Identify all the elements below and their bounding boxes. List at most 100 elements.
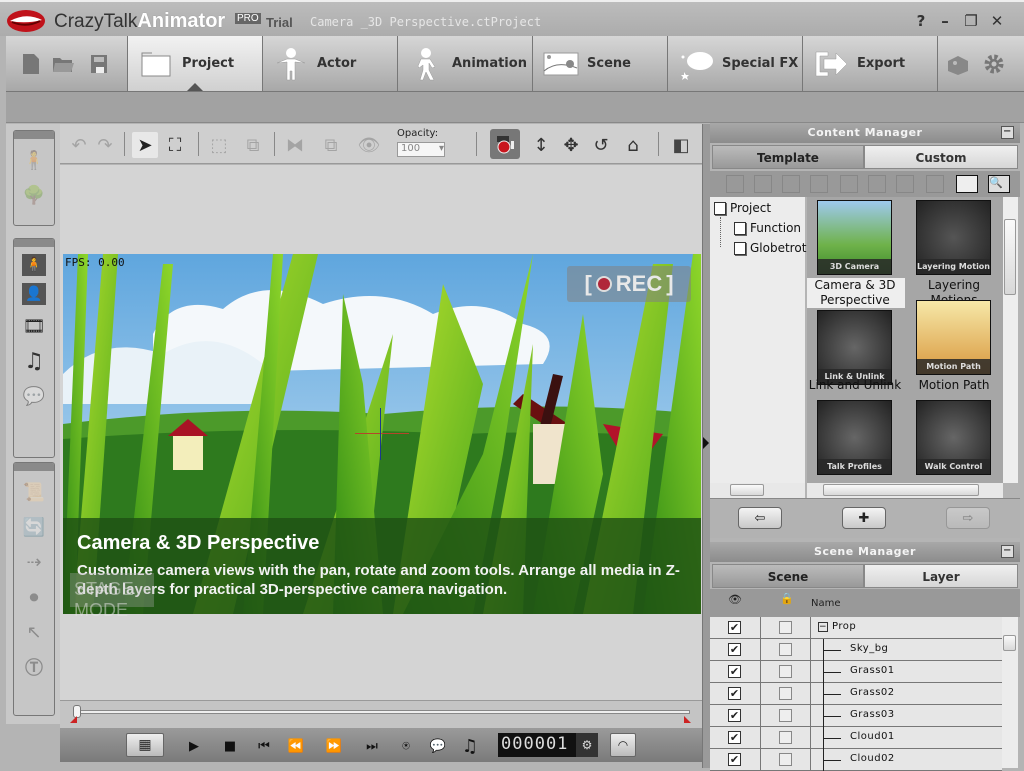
tree-node-function[interactable]: Function — [734, 221, 801, 235]
scene-row[interactable]: ✔ Cloud01 — [710, 727, 1002, 749]
actor-figure-icon[interactable]: 🧍 — [20, 146, 48, 174]
copy-icon[interactable] — [782, 175, 800, 193]
scroll-thumb[interactable] — [823, 484, 979, 496]
motion-select-icon[interactable]: ⇢ — [20, 548, 48, 576]
help-button[interactable]: ? — [910, 12, 932, 30]
scene-row[interactable]: ✔ Grass02 — [710, 683, 1002, 705]
scroll-thumb[interactable] — [730, 484, 764, 496]
tree-node-project[interactable]: Project — [714, 201, 771, 215]
lock-checkbox[interactable] — [779, 687, 792, 700]
visibility-checkbox[interactable]: ✔ — [728, 621, 741, 634]
collapse-arrow-icon[interactable] — [703, 437, 709, 449]
scroll-thumb[interactable] — [1004, 219, 1016, 295]
apply-to-stage-button[interactable]: ⇦ — [738, 507, 782, 529]
script-document-icon[interactable]: 📜 — [20, 478, 48, 506]
cut-icon[interactable] — [754, 175, 772, 193]
scene-row[interactable]: ✔ Sky_bg — [710, 639, 1002, 661]
template-item-layering[interactable]: Layering Motion — [916, 200, 991, 275]
export-item-button[interactable]: ⇨ — [946, 507, 990, 529]
scene-vertical-scrollbar[interactable] — [1002, 617, 1018, 768]
tab-custom[interactable]: Custom — [864, 145, 1018, 169]
visibility-checkbox[interactable]: ✔ — [728, 687, 741, 700]
flip-icon[interactable]: ⧓ — [282, 132, 308, 158]
template-item-talk-profiles[interactable]: Talk Profiles — [817, 400, 892, 475]
motion-record-icon[interactable]: ⏺ — [20, 583, 48, 611]
lock-checkbox[interactable] — [779, 643, 792, 656]
camera-view-icon[interactable]: ◧ — [668, 132, 694, 158]
lock-checkbox[interactable] — [779, 731, 792, 744]
stop-icon[interactable]: ■ — [220, 737, 240, 755]
path-select-icon[interactable]: ↖ — [20, 618, 48, 646]
paste-icon[interactable] — [810, 175, 828, 193]
camera-rotate-icon[interactable]: ↺ — [588, 132, 614, 158]
music-icon[interactable]: ♫ — [460, 736, 480, 757]
text-bubble-icon[interactable]: Ⓣ — [20, 653, 48, 681]
delete-icon[interactable] — [840, 175, 858, 193]
prop-tree-icon[interactable]: 🌳 — [20, 181, 48, 209]
layer-order-icon[interactable]: ⧉ — [318, 132, 344, 158]
music-note-icon[interactable]: ♫ — [20, 347, 48, 375]
minimize-panel-button[interactable]: − — [1001, 545, 1014, 558]
save-icon[interactable] — [88, 52, 110, 76]
dialogue-icon[interactable]: 💬 — [428, 737, 448, 755]
select-arrow-icon[interactable]: ➤ — [132, 132, 158, 158]
camera-record-button[interactable] — [490, 129, 520, 159]
rewind-icon[interactable]: ⏪ — [286, 737, 306, 755]
timeline-track[interactable] — [76, 710, 690, 714]
redo-icon[interactable]: ↷ — [92, 132, 118, 158]
close-button[interactable]: ✕ — [986, 12, 1008, 30]
thumbnail-view-icon[interactable] — [956, 175, 978, 193]
scroll-thumb[interactable] — [1003, 635, 1016, 651]
opacity-select[interactable]: 100 ▾ — [397, 142, 445, 157]
visibility-checkbox[interactable]: ✔ — [728, 665, 741, 678]
lock-checkbox[interactable] — [779, 621, 792, 634]
template-item-walk-control[interactable]: Walk Control — [916, 400, 991, 475]
minimize-panel-button[interactable]: − — [1001, 126, 1014, 139]
visibility-checkbox[interactable]: ✔ — [728, 753, 741, 766]
first-frame-icon[interactable]: ⏮ — [254, 737, 274, 755]
tab-special-fx[interactable]: Special FX — [667, 36, 802, 91]
last-frame-icon[interactable]: ⏭ — [362, 737, 382, 755]
visibility-checkbox[interactable]: ✔ — [728, 731, 741, 744]
transform-icon[interactable]: ⛶ — [162, 132, 188, 158]
visibility-eye-icon[interactable]: 👁 — [356, 132, 382, 158]
camera-home-icon[interactable]: ⌂ — [620, 132, 646, 158]
content-store-chest-icon[interactable] — [946, 52, 970, 76]
play-icon[interactable]: ▶ — [184, 737, 204, 755]
open-folder-icon[interactable] — [52, 52, 74, 76]
lock-icon[interactable]: 🔒 — [780, 592, 794, 605]
restore-button[interactable]: ❐ — [960, 12, 982, 30]
upload-icon[interactable] — [926, 175, 944, 193]
tree-horizontal-scrollbar[interactable] — [710, 483, 805, 498]
lock-checkbox[interactable] — [779, 753, 792, 766]
camera-zoom-icon[interactable]: ↕ — [528, 132, 554, 158]
template-item-motion-path[interactable]: Motion Path — [916, 300, 991, 375]
tab-layer[interactable]: Layer — [864, 564, 1018, 588]
template-item-camera[interactable]: 3D Camera — [817, 200, 892, 275]
camera-pan-icon[interactable]: ✥ — [558, 132, 584, 158]
add-to-custom-button[interactable]: ✚ — [842, 507, 886, 529]
minimize-button[interactable]: – — [934, 12, 956, 30]
portrait-image-icon[interactable]: 👤 — [22, 283, 46, 305]
visibility-checkbox[interactable]: ✔ — [728, 709, 741, 722]
scene-row[interactable]: ✔ Grass03 — [710, 705, 1002, 727]
open-icon[interactable] — [726, 175, 744, 193]
lock-checkbox[interactable] — [779, 665, 792, 678]
group-icon[interactable]: ⬚ — [206, 132, 232, 158]
reset-camera-button[interactable]: ◠ — [610, 733, 636, 757]
content-vertical-scrollbar[interactable] — [1003, 197, 1018, 483]
range-end-marker[interactable] — [684, 716, 691, 723]
range-start-marker[interactable] — [70, 716, 77, 723]
tab-scene-list[interactable]: Scene — [712, 564, 864, 588]
template-item-link[interactable]: Link & Unlink — [817, 310, 892, 385]
lock-checkbox[interactable] — [779, 709, 792, 722]
tab-animation[interactable]: Animation — [397, 36, 532, 91]
rename-icon[interactable] — [868, 175, 886, 193]
talk-record-icon[interactable]: 💬 — [20, 382, 48, 410]
ungroup-icon[interactable]: ⧉ — [240, 132, 266, 158]
scene-row[interactable]: ✔ Grass01 — [710, 661, 1002, 683]
loop-icon[interactable]: ⍟ — [396, 737, 416, 755]
tab-actor[interactable]: Actor — [262, 36, 397, 91]
timeline-toggle-button[interactable]: ▦ — [126, 733, 164, 757]
video-media-icon[interactable]: 🎞 — [20, 312, 48, 340]
